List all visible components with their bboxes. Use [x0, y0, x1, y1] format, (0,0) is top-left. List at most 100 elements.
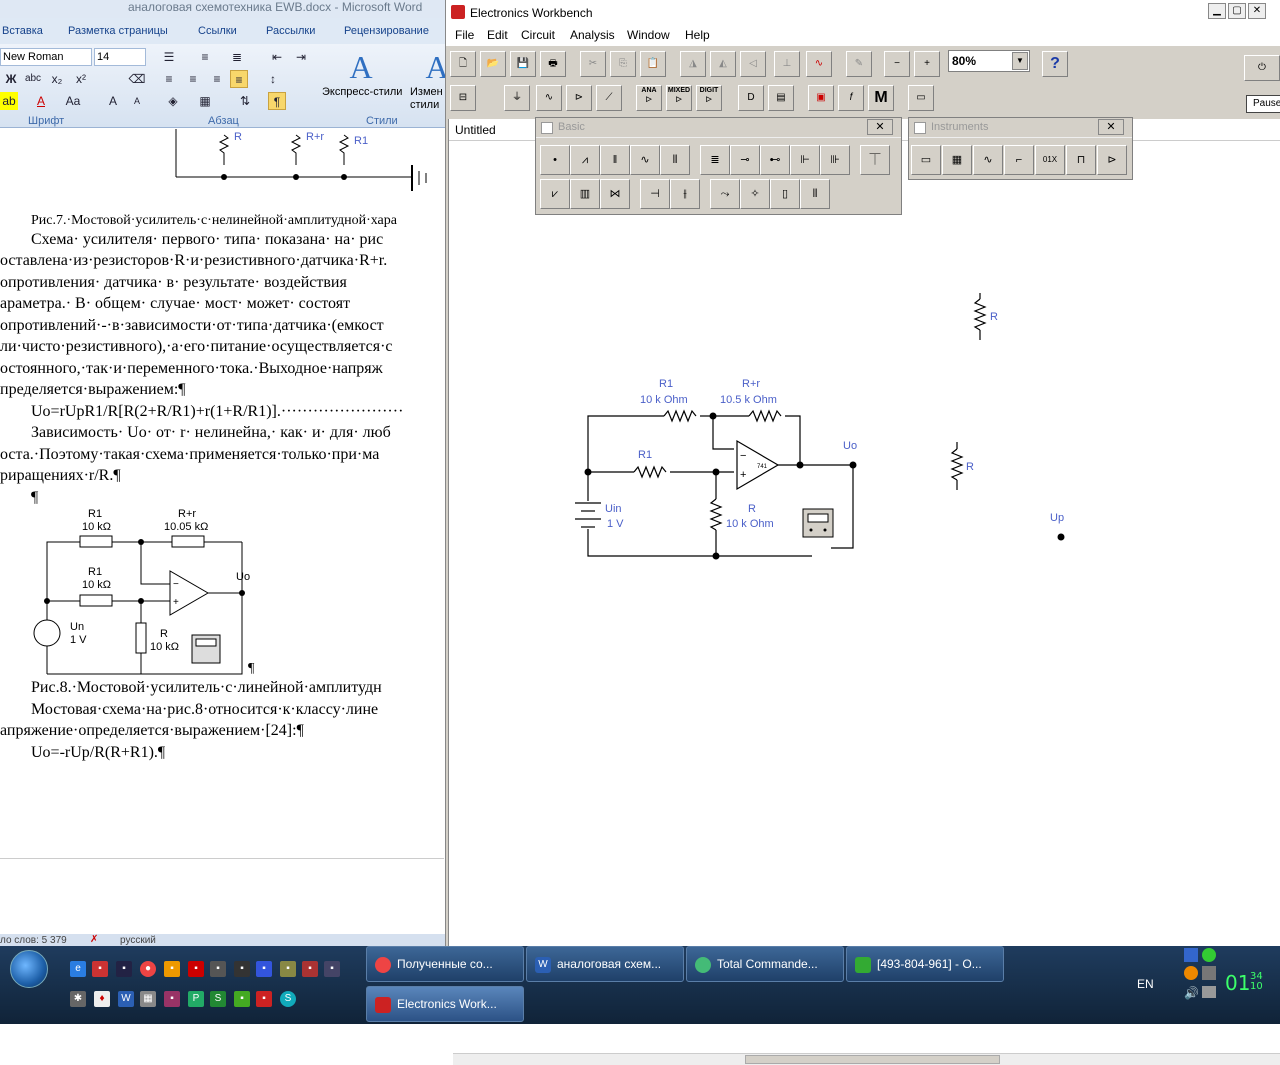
- print-icon[interactable]: 🖶: [540, 51, 566, 77]
- show-marks-icon[interactable]: ¶: [268, 92, 286, 110]
- variable-capacitor-icon[interactable]: ⫲: [670, 179, 700, 209]
- flip-horizontal-icon[interactable]: ◭: [710, 51, 736, 77]
- transistors-bin-icon[interactable]: ⟋: [596, 85, 622, 111]
- variable-inductor-icon[interactable]: ⤳: [710, 179, 740, 209]
- task-total-commander[interactable]: Total Commande...: [686, 946, 844, 982]
- chrome-icon[interactable]: ●: [140, 961, 156, 977]
- instruments-bin-icon[interactable]: ▭: [908, 85, 934, 111]
- word-generator-icon[interactable]: 01X: [1035, 145, 1065, 175]
- font-name-combo[interactable]: New Roman: [0, 48, 92, 66]
- numbering-icon[interactable]: ≡: [196, 48, 214, 66]
- task-remote[interactable]: [493-804-961] - О...: [846, 946, 1004, 982]
- oscilloscope-icon[interactable]: ∿: [973, 145, 1003, 175]
- logic-converter-icon[interactable]: ⊳: [1097, 145, 1127, 175]
- horizontal-scrollbar[interactable]: [453, 1053, 1280, 1065]
- chevron-down-icon[interactable]: ▼: [1012, 52, 1028, 70]
- checkbox-icon[interactable]: [914, 122, 926, 134]
- skype-icon[interactable]: S: [280, 991, 296, 1007]
- task-electronics-workbench[interactable]: Electronics Work...: [366, 986, 524, 1022]
- status-ok-icon[interactable]: [1202, 948, 1216, 962]
- save-icon[interactable]: 💾: [510, 51, 536, 77]
- app-icon[interactable]: ▪: [164, 991, 180, 1007]
- align-right-icon[interactable]: ≡: [208, 70, 226, 88]
- align-left-icon[interactable]: ≡: [160, 70, 178, 88]
- font-case-icon[interactable]: Aa: [64, 92, 82, 110]
- app-icon[interactable]: ▪: [234, 961, 250, 977]
- time-delay-switch-icon[interactable]: ⊷: [760, 145, 790, 175]
- digital-ics-bin-icon[interactable]: DIGIT ▷: [696, 85, 722, 111]
- analog-ics-bin-icon[interactable]: ANA ▷: [636, 85, 662, 111]
- basic-palette[interactable]: Basic ✕ • ⩘ ‖ ∿ ⫴ ≣ ⊸ ⊷ ⊩ ⊪ ⏉ ⩗ ▥ ⋈ ⊣ ⫲ …: [535, 117, 902, 215]
- app-icon[interactable]: ▪: [210, 961, 226, 977]
- capacitor-icon[interactable]: ‖: [600, 145, 630, 175]
- app-icon[interactable]: ▪: [188, 961, 204, 977]
- power-tray-icon[interactable]: [1202, 986, 1216, 998]
- borders-icon[interactable]: ▦: [196, 92, 214, 110]
- misc-bin-icon[interactable]: M: [868, 85, 894, 111]
- font-size-combo[interactable]: 14: [94, 48, 146, 66]
- app-icon[interactable]: ▪: [302, 961, 318, 977]
- app-icon[interactable]: P: [188, 991, 204, 1007]
- crystal-icon[interactable]: ▯: [770, 179, 800, 209]
- resistor-icon[interactable]: ⩘: [570, 145, 600, 175]
- mixed-ics-bin-icon[interactable]: MIXED ▷: [666, 85, 692, 111]
- strikethrough-icon[interactable]: abc: [24, 70, 42, 88]
- zoom-out-icon[interactable]: −: [884, 51, 910, 77]
- express-styles-button[interactable]: Экспресс-стили: [322, 86, 402, 98]
- change-styles-button[interactable]: Измен стили: [410, 86, 446, 114]
- sort-icon[interactable]: ⇅: [236, 92, 254, 110]
- voltage-switch-icon[interactable]: ⊩: [790, 145, 820, 175]
- new-file-icon[interactable]: 🗋: [450, 51, 476, 77]
- zoom-select[interactable]: 80% ▼: [948, 50, 1030, 72]
- highlight-icon[interactable]: ab: [0, 92, 18, 110]
- logic-gates-bin-icon[interactable]: D: [738, 85, 764, 111]
- coreless-coil-icon[interactable]: ✧: [740, 179, 770, 209]
- paste-icon[interactable]: 📋: [640, 51, 666, 77]
- cut-icon[interactable]: ✂: [580, 51, 606, 77]
- power-switch-icon[interactable]: ⏻: [1244, 55, 1280, 81]
- app-icon[interactable]: ▪: [280, 961, 296, 977]
- spellcheck-icon[interactable]: ✗: [90, 934, 98, 945]
- clear-format-icon[interactable]: ⌫: [128, 70, 146, 88]
- grow-font-icon[interactable]: A: [104, 92, 122, 110]
- express-styles-icon[interactable]: A: [344, 50, 378, 84]
- subcircuit-icon[interactable]: ⊥: [774, 51, 800, 77]
- checkbox-icon[interactable]: [541, 122, 553, 134]
- network-icon[interactable]: [1184, 948, 1198, 962]
- app-icon[interactable]: ▪: [92, 961, 108, 977]
- app-icon[interactable]: ▪: [256, 961, 272, 977]
- help-icon[interactable]: ?: [1042, 51, 1068, 77]
- digital-bin-icon[interactable]: ▤: [768, 85, 794, 111]
- app-tray-icon[interactable]: [1202, 966, 1216, 980]
- change-styles-icon[interactable]: A: [420, 50, 446, 84]
- tab-review[interactable]: Рецензирование: [344, 25, 429, 37]
- task-chrome[interactable]: Полученные со...: [366, 946, 524, 982]
- close-icon[interactable]: ✕: [867, 119, 893, 135]
- language-indicator[interactable]: EN: [1137, 977, 1154, 991]
- line-spacing-icon[interactable]: ↕: [264, 70, 282, 88]
- app-icon[interactable]: ▪: [324, 961, 340, 977]
- shading-icon[interactable]: ◈: [164, 92, 182, 110]
- copy-icon[interactable]: ⎘: [610, 51, 636, 77]
- function-generator-icon[interactable]: ▦: [942, 145, 972, 175]
- multilevel-list-icon[interactable]: ≣: [228, 48, 246, 66]
- voltage-controlled-switch-icon[interactable]: ⋈: [600, 179, 630, 209]
- volume-icon[interactable]: 🔊: [1184, 986, 1199, 1000]
- app-icon[interactable]: ▪: [116, 961, 132, 977]
- polarized-capacitor-icon[interactable]: ⊣: [640, 179, 670, 209]
- word-document[interactable]: R R+r R1 Рис.7.·Мостовой·усилитель·с·нел…: [0, 129, 444, 859]
- app-icon[interactable]: ♦: [94, 991, 110, 1007]
- font-color-icon[interactable]: A: [32, 92, 50, 110]
- basic-bin-icon[interactable]: ∿: [536, 85, 562, 111]
- justify-icon[interactable]: ≡: [230, 70, 248, 88]
- zoom-in-icon[interactable]: +: [914, 51, 940, 77]
- connector-icon[interactable]: •: [540, 145, 570, 175]
- current-switch-icon[interactable]: ⊪: [820, 145, 850, 175]
- controls-bin-icon[interactable]: f: [838, 85, 864, 111]
- multimeter-icon[interactable]: ▭: [911, 145, 941, 175]
- bullets-icon[interactable]: ☰: [160, 48, 178, 66]
- clock-seconds[interactable]: 34 10: [1250, 972, 1263, 992]
- word-icon[interactable]: W: [118, 991, 134, 1007]
- clock-hour[interactable]: 01: [1225, 971, 1250, 995]
- close-icon[interactable]: ✕: [1098, 119, 1124, 135]
